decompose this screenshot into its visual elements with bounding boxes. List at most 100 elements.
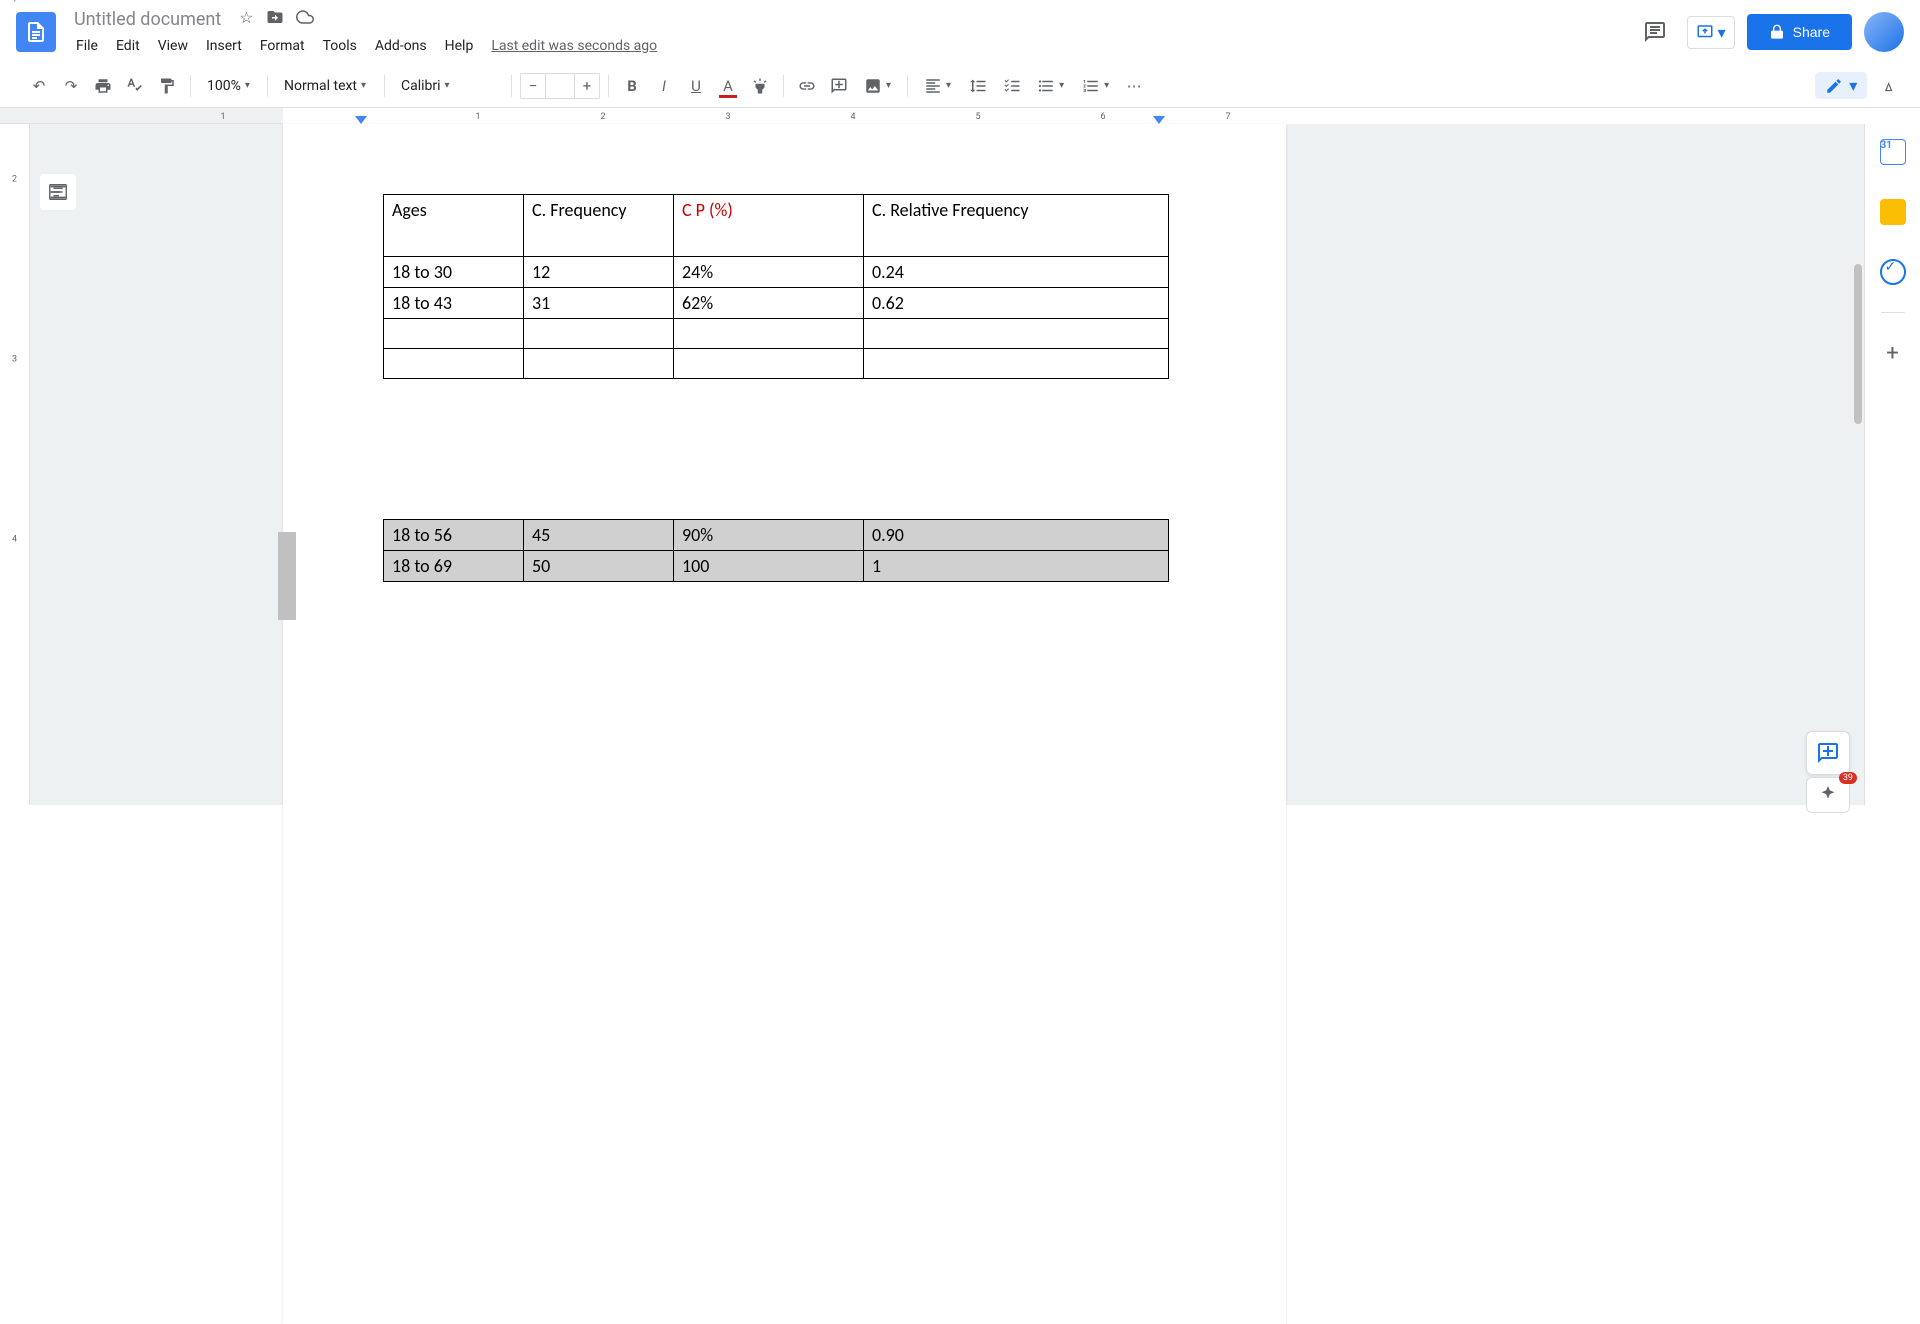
table-header-cell[interactable]: C. Frequency [524, 195, 674, 257]
horizontal-ruler[interactable]: 1 1 2 3 4 5 6 7 [0, 108, 1920, 124]
table-cell[interactable] [674, 319, 864, 349]
table-cell[interactable]: 45 [524, 520, 674, 551]
undo-button[interactable]: ↶ [24, 71, 54, 101]
data-table-1[interactable]: Ages C. Frequency C P (%) C. Relative Fr… [383, 194, 1169, 379]
underline-button[interactable]: U [681, 71, 711, 101]
more-button[interactable]: ⋯ [1119, 71, 1149, 101]
add-comment-button[interactable] [824, 71, 854, 101]
menu-format[interactable]: Format [252, 34, 313, 58]
checklist-button[interactable] [997, 71, 1027, 101]
account-avatar[interactable] [1864, 12, 1904, 52]
menu-insert[interactable]: Insert [198, 34, 250, 58]
paint-format-button[interactable] [152, 71, 182, 101]
move-icon[interactable] [266, 8, 284, 30]
table-cell[interactable] [864, 319, 1169, 349]
menu-tools[interactable]: Tools [315, 34, 365, 58]
menu-edit[interactable]: Edit [108, 34, 148, 58]
table-cell[interactable] [524, 319, 674, 349]
align-button[interactable]: ▾ [916, 73, 959, 99]
table-cell[interactable]: 18 to 30 [384, 257, 524, 288]
table-header-cell[interactable]: C P (%) [674, 195, 864, 257]
numbered-list-button[interactable]: ▾ [1074, 73, 1117, 99]
ruler-number: 7 [1225, 112, 1230, 122]
table-cell[interactable]: 24% [674, 257, 864, 288]
bulleted-list-button[interactable]: ▾ [1029, 73, 1072, 99]
chevron-down-icon: ▾ [1849, 76, 1857, 95]
menu-view[interactable]: View [150, 34, 196, 58]
open-comments-button[interactable] [1635, 12, 1675, 52]
table-cell[interactable]: 31 [524, 288, 674, 319]
app-header: Untitled document ☆ File Edit View Inser… [0, 0, 1920, 64]
insert-image-button[interactable]: ▾ [856, 73, 899, 99]
table-cell[interactable] [384, 319, 524, 349]
table-header-cell[interactable]: Ages [384, 195, 524, 257]
share-label: Share [1793, 24, 1830, 40]
table-cell[interactable]: 100 [674, 551, 864, 582]
show-outline-button[interactable] [40, 174, 76, 210]
table-cell[interactable]: 0.24 [864, 257, 1169, 288]
menu-addons[interactable]: Add-ons [367, 34, 435, 58]
document-title[interactable]: Untitled document [68, 7, 227, 32]
keep-sidebar-button[interactable] [1873, 192, 1913, 232]
italic-button[interactable]: I [649, 71, 679, 101]
get-addons-button[interactable]: + [1873, 333, 1913, 373]
decrease-font-button[interactable]: − [521, 71, 545, 101]
ruler-number: 1 [475, 112, 480, 122]
table-cell[interactable] [674, 349, 864, 379]
menu-bar: File Edit View Insert Format Tools Add-o… [68, 34, 1635, 58]
increase-font-button[interactable]: + [575, 71, 599, 101]
table-cell[interactable]: 18 to 43 [384, 288, 524, 319]
font-select[interactable]: Calibri ▾ [393, 74, 503, 98]
docs-logo[interactable] [16, 12, 56, 52]
right-indent-marker[interactable] [1153, 116, 1165, 124]
table-cell[interactable]: 0.90 [864, 520, 1169, 551]
redo-button[interactable]: ↷ [56, 71, 86, 101]
text-color-button[interactable]: A [713, 71, 743, 101]
line-spacing-button[interactable] [961, 73, 995, 99]
table-cell[interactable]: 50 [524, 551, 674, 582]
scrollbar-thumb[interactable] [1854, 264, 1862, 424]
collapse-toolbar-button[interactable]: ㅿ [1881, 74, 1896, 98]
data-table-2-selected[interactable]: 18 to 56 45 90% 0.90 18 to 69 50 100 1 [383, 519, 1169, 582]
ruler-number: 3 [725, 112, 730, 122]
insert-link-button[interactable] [792, 71, 822, 101]
font-size-input[interactable] [545, 74, 575, 98]
print-button[interactable] [88, 71, 118, 101]
table-cell[interactable]: 1 [864, 551, 1169, 582]
spellcheck-button[interactable] [120, 71, 150, 101]
table-cell[interactable]: 62% [674, 288, 864, 319]
table-cell[interactable]: 18 to 56 [384, 520, 524, 551]
toolbar: ↶ ↷ 100% ▾ Normal text ▾ Calibri ▾ − + B… [0, 64, 1920, 108]
editing-mode-button[interactable]: ▾ [1815, 72, 1867, 99]
bold-button[interactable]: B [617, 71, 647, 101]
table-cell[interactable]: 12 [524, 257, 674, 288]
table-cell[interactable]: 18 to 69 [384, 551, 524, 582]
cloud-status-icon[interactable] [296, 8, 314, 30]
table-row: 18 to 69 50 100 1 [384, 551, 1169, 582]
table-row [384, 319, 1169, 349]
table-header-cell[interactable]: C. Relative Frequency [864, 195, 1169, 257]
selection-handle[interactable] [278, 532, 296, 620]
present-button[interactable]: ▾ [1687, 16, 1735, 49]
vertical-ruler[interactable]: 1 2 3 4 [0, 124, 30, 805]
paragraph-style-select[interactable]: Normal text ▾ [276, 74, 376, 98]
table-cell[interactable] [524, 349, 674, 379]
table-cell[interactable]: 0.62 [864, 288, 1169, 319]
table-cell[interactable] [384, 349, 524, 379]
zoom-select[interactable]: 100% ▾ [199, 74, 259, 98]
star-icon[interactable]: ☆ [239, 8, 253, 30]
add-comment-fab[interactable] [1806, 731, 1850, 775]
menu-help[interactable]: Help [437, 34, 482, 58]
explore-button[interactable]: 39 [1806, 777, 1850, 813]
tasks-sidebar-button[interactable] [1873, 252, 1913, 292]
share-button[interactable]: Share [1747, 14, 1852, 50]
calendar-sidebar-button[interactable]: 31 [1873, 132, 1913, 172]
last-edit-link[interactable]: Last edit was seconds ago [491, 38, 657, 54]
table-cell[interactable] [864, 349, 1169, 379]
highlight-button[interactable] [745, 71, 775, 101]
document-page[interactable]: Ages C. Frequency C P (%) C. Relative Fr… [283, 124, 1286, 1324]
table-cell[interactable]: 90% [674, 520, 864, 551]
menu-file[interactable]: File [68, 34, 106, 58]
left-indent-marker[interactable] [355, 116, 367, 124]
chevron-down-icon: ▾ [361, 80, 366, 91]
